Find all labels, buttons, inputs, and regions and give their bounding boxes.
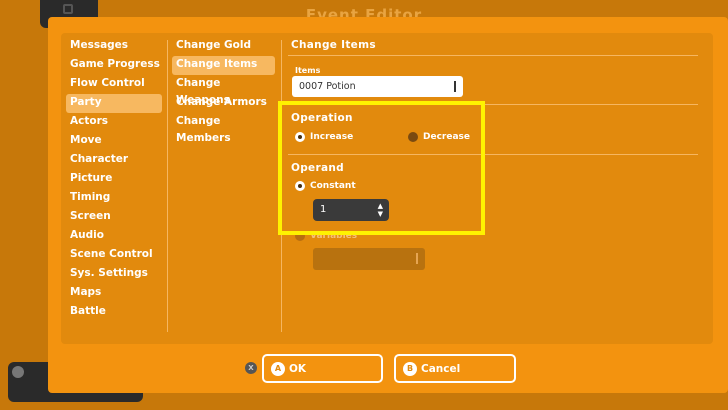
radio-selected-icon <box>295 181 305 191</box>
category-item-picture[interactable]: Picture <box>66 170 162 189</box>
category-item-timing[interactable]: Timing <box>66 189 162 208</box>
cancel-button[interactable]: B Cancel <box>394 354 516 383</box>
radio-unselected-icon <box>295 231 305 241</box>
b-button-icon: B <box>403 361 417 376</box>
operand-constant-radio[interactable]: Constant <box>295 181 356 191</box>
x-button-hint-icon: X <box>245 362 257 374</box>
variables-select[interactable] <box>313 248 425 270</box>
constant-stepper[interactable]: 1 ▲ ▼ <box>313 199 389 221</box>
operation-increase-radio[interactable]: Increase <box>295 132 353 142</box>
operand-variables-label: Variables <box>310 231 358 241</box>
background-minus-icon <box>12 366 24 378</box>
column-divider <box>281 40 282 332</box>
radio-unselected-icon <box>408 132 418 142</box>
ok-button[interactable]: A OK <box>262 354 383 383</box>
category-item-sys-settings[interactable]: Sys. Settings <box>66 265 162 284</box>
subcommand-item-change-gold[interactable]: Change Gold <box>172 37 275 56</box>
subcommand-item-change-weapons[interactable]: Change Weapons <box>172 75 275 106</box>
constant-value: 1 <box>320 204 327 215</box>
detail-title: Change Items <box>291 39 376 51</box>
cancel-label: Cancel <box>421 362 461 375</box>
category-item-move[interactable]: Move <box>66 132 162 151</box>
section-divider <box>288 154 698 155</box>
select-indicator-icon <box>416 253 418 264</box>
category-list: Messages Game Progress Flow Control Party Ac… <box>66 37 162 322</box>
stepper-arrows-icon[interactable]: ▲ ▼ <box>378 202 383 218</box>
category-item-screen[interactable]: Screen <box>66 208 162 227</box>
category-item-actors[interactable]: Actors <box>66 113 162 132</box>
operation-title: Operation <box>291 112 353 124</box>
category-item-battle[interactable]: Battle <box>66 303 162 322</box>
a-button-icon: A <box>271 361 285 376</box>
subcommand-item-change-items[interactable]: Change Items <box>172 56 275 75</box>
subcommand-item-change-members[interactable]: Change Members <box>172 113 275 144</box>
category-item-maps[interactable]: Maps <box>66 284 162 303</box>
items-select[interactable]: 0007 Potion <box>292 76 463 97</box>
column-divider <box>167 40 168 332</box>
category-item-party[interactable]: Party <box>66 94 162 113</box>
items-label: Items <box>295 66 321 75</box>
operation-increase-label: Increase <box>310 132 354 142</box>
category-item-messages[interactable]: Messages <box>66 37 162 56</box>
category-item-audio[interactable]: Audio <box>66 227 162 246</box>
category-item-character[interactable]: Character <box>66 151 162 170</box>
operand-constant-label: Constant <box>310 181 356 191</box>
subcommand-item-change-armors[interactable]: Change Armors <box>172 94 275 113</box>
section-divider <box>288 104 698 105</box>
select-indicator-icon <box>454 81 456 92</box>
ok-label: OK <box>289 362 307 375</box>
category-item-scene-control[interactable]: Scene Control <box>66 246 162 265</box>
subcommand-list: Change Gold Change Items Change Weapons Cha… <box>172 37 275 144</box>
radio-selected-icon <box>295 132 305 142</box>
operand-title: Operand <box>291 162 344 174</box>
section-divider <box>288 55 698 56</box>
operation-decrease-label: Decrease <box>423 132 470 142</box>
category-item-game-progress[interactable]: Game Progress <box>66 56 162 75</box>
items-value: 0007 Potion <box>299 81 356 92</box>
operand-variables-radio[interactable]: Variables <box>295 231 357 241</box>
operation-decrease-radio[interactable]: Decrease <box>408 132 470 142</box>
category-item-flow-control[interactable]: Flow Control <box>66 75 162 94</box>
